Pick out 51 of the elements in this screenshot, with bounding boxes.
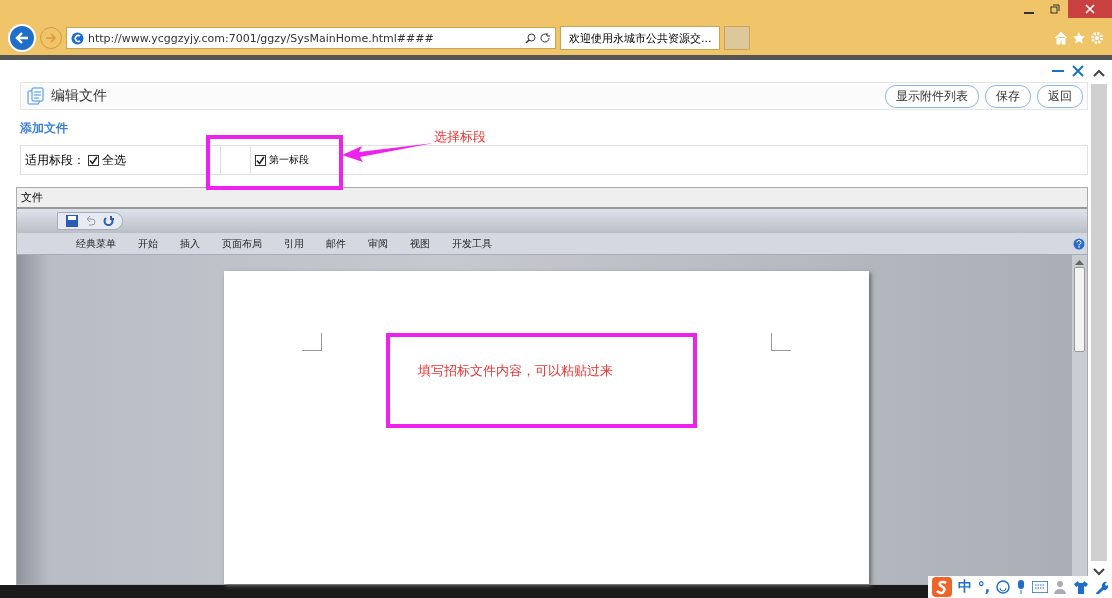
ribbon-tab[interactable]: 页面布局	[211, 236, 273, 251]
input-mode: 中	[957, 578, 972, 596]
browser-tab[interactable]: 欢迎使用永城市公共资源交...	[560, 26, 720, 50]
star-icon[interactable]	[1072, 31, 1086, 45]
keyboard-icon[interactable]	[1032, 581, 1048, 593]
checkbox-label: 全选	[102, 151, 126, 169]
panel-title: 文件	[17, 188, 1087, 209]
back-button[interactable]	[8, 24, 36, 52]
ribbon-tab[interactable]: 视图	[399, 236, 441, 251]
ribbon-tab[interactable]: 审阅	[357, 236, 399, 251]
arrow-icon	[14, 30, 30, 46]
help-icon[interactable]	[1073, 237, 1085, 250]
microphone-icon[interactable]	[1016, 580, 1026, 594]
redo-icon[interactable]	[102, 215, 114, 227]
restore-icon	[1050, 4, 1060, 14]
minimize-icon	[1024, 12, 1034, 14]
save-icon[interactable]	[66, 215, 78, 227]
checkbox[interactable]	[88, 154, 99, 166]
address-bar[interactable]: http://www.ycggzyjy.com:7001/ggzy/SysMainHome.html####	[66, 27, 556, 49]
documents-icon	[27, 87, 45, 105]
page-title: 编辑文件	[51, 87, 108, 105]
scrollbar[interactable]	[1090, 84, 1107, 561]
close-icon[interactable]	[1072, 65, 1084, 77]
ribbon-tab[interactable]: 经典菜单	[65, 236, 127, 251]
check-icon	[256, 155, 265, 165]
ribbon-tab[interactable]: 插入	[169, 236, 211, 251]
close-icon	[1085, 4, 1095, 14]
smiley-icon[interactable]	[996, 580, 1010, 594]
refresh-icon[interactable]	[540, 32, 551, 44]
annotation-text: 填写招标文件内容，可以粘贴过来	[418, 362, 613, 380]
ribbon-tab[interactable]: 邮件	[315, 236, 357, 251]
ribbon-tab[interactable]: 开发工具	[441, 236, 503, 251]
action-button[interactable]: 保存	[985, 84, 1031, 108]
search-icon[interactable]	[525, 32, 536, 44]
check-icon	[89, 155, 98, 165]
annotation-text: 选择标段	[434, 128, 486, 146]
arrow-icon	[45, 32, 57, 44]
punctuation-mode: °,	[977, 579, 990, 595]
site-icon	[71, 31, 84, 45]
checkbox[interactable]	[255, 154, 266, 166]
shirt-icon[interactable]	[1074, 580, 1088, 594]
action-button[interactable]: 返回	[1037, 84, 1083, 108]
ribbon-tab[interactable]: 引用	[273, 236, 315, 251]
wrench-icon[interactable]	[1094, 580, 1108, 594]
checkbox-label: 第一标段	[269, 153, 309, 167]
field-label: 适用标段：	[25, 151, 85, 169]
action-button[interactable]: 显示附件列表	[885, 84, 979, 108]
ribbon-tab[interactable]: 开始	[127, 236, 169, 251]
section-title: 添加文件	[20, 120, 68, 137]
close-button[interactable]	[1068, 0, 1112, 18]
scrollbar-thumb[interactable]	[1074, 267, 1085, 352]
